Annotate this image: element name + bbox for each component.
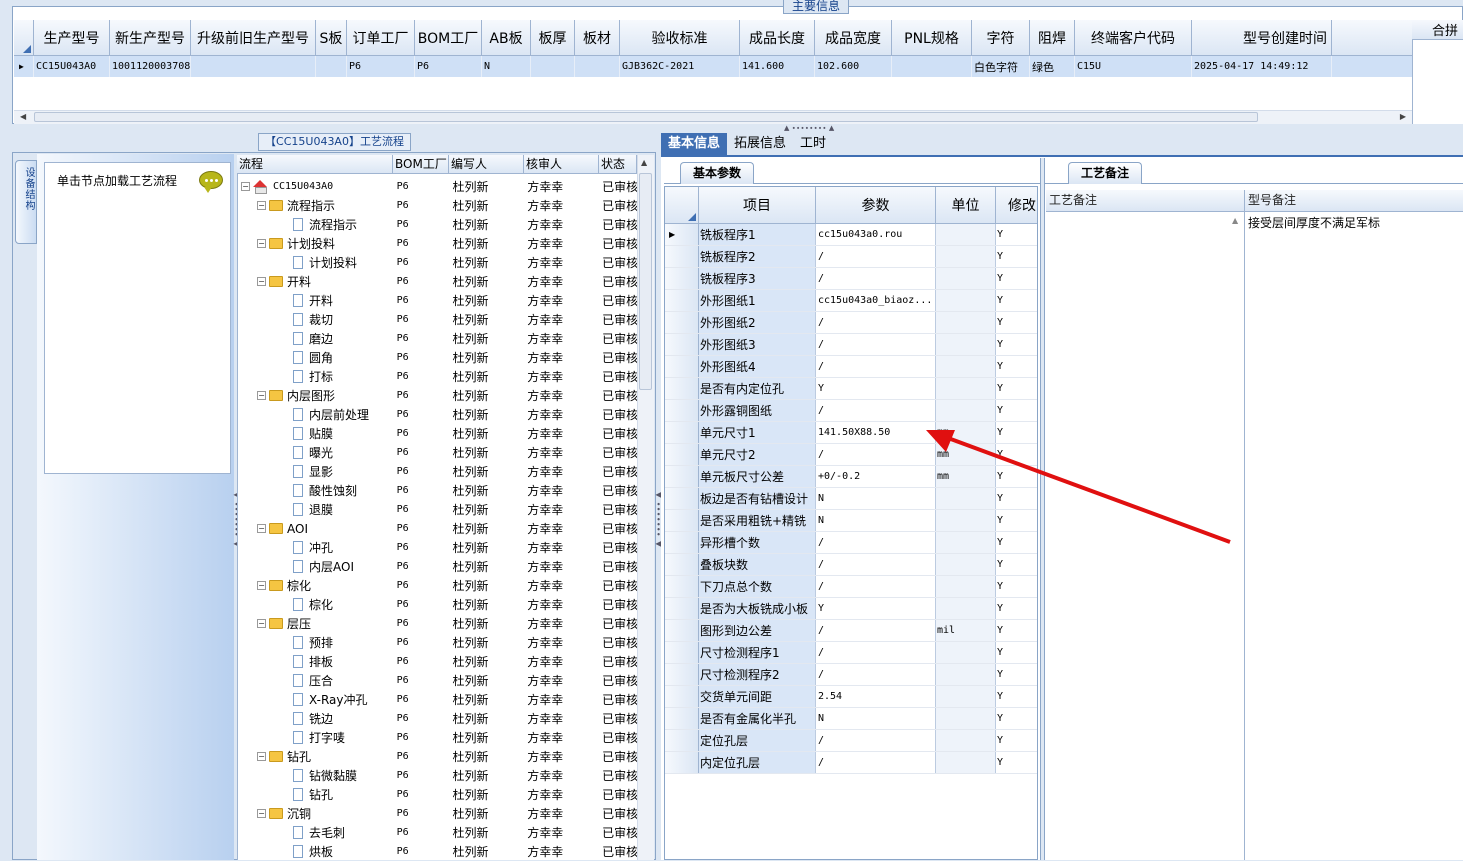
arrow-shaft — [947, 436, 1231, 544]
annotation-arrow — [926, 430, 1231, 544]
